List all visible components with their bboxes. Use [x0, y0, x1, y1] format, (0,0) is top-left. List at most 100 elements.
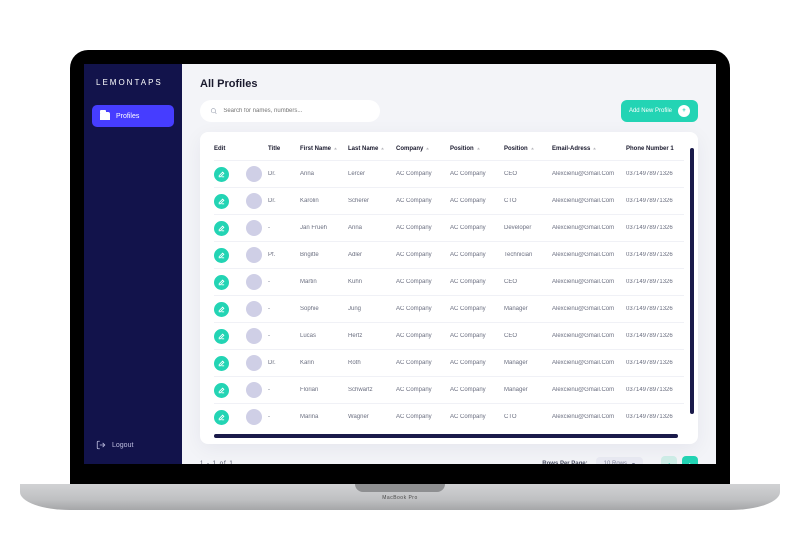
cell-first-name: Martin: [300, 279, 344, 285]
cell-email: Alexcienu@Gmail.Com: [552, 225, 622, 231]
cell-phone: 03714978971326: [626, 198, 684, 204]
pencil-icon: [218, 171, 225, 178]
column-position-b[interactable]: Position: [504, 146, 548, 152]
table-row[interactable]: - Marina Wagner AC Company AC Company CT…: [214, 403, 684, 430]
pencil-icon: [218, 414, 225, 421]
edit-row-button[interactable]: [214, 410, 229, 425]
cell-last-name: Hertz: [348, 333, 392, 339]
cell-title: -: [268, 225, 296, 231]
page-info: 1 - 1 of 1: [200, 461, 234, 464]
table-row[interactable]: - Lucas Hertz AC Company AC Company CEO …: [214, 322, 684, 349]
add-profile-label: Add New Profile: [629, 108, 672, 114]
avatar: [246, 220, 262, 236]
brand-logo: LEMONTAPS: [84, 64, 182, 105]
edit-row-button[interactable]: [214, 302, 229, 317]
laptop-base: MacBook Pro: [20, 484, 780, 510]
cell-first-name: Marina: [300, 414, 344, 420]
pencil-icon: [218, 279, 225, 286]
briefcase-icon: [100, 112, 110, 120]
cell-last-name: Jung: [348, 306, 392, 312]
avatar: [246, 247, 262, 263]
column-last-name[interactable]: Last Name: [348, 146, 392, 152]
table-row[interactable]: - Sophie Jung AC Company AC Company Mana…: [214, 295, 684, 322]
column-position-a[interactable]: Position: [450, 146, 500, 152]
column-title[interactable]: Title: [268, 146, 296, 152]
page-title: All Profiles: [200, 78, 698, 90]
cell-phone: 03714978971326: [626, 171, 684, 177]
search-input[interactable]: [200, 100, 380, 122]
cell-email: Alexcienu@Gmail.Com: [552, 279, 622, 285]
search-icon: [210, 107, 217, 115]
cell-email: Alexcienu@Gmail.Com: [552, 198, 622, 204]
plus-icon: +: [678, 105, 690, 117]
toolbar: Add New Profile +: [200, 100, 698, 122]
cell-company: AC Company: [396, 414, 446, 420]
avatar: [246, 193, 262, 209]
table-row[interactable]: Dr. Karin Roth AC Company AC Company Man…: [214, 349, 684, 376]
table-row[interactable]: Pf. Brigitte Adler AC Company AC Company…: [214, 241, 684, 268]
cell-company: AC Company: [396, 225, 446, 231]
cell-email: Alexcienu@Gmail.Com: [552, 306, 622, 312]
cell-position-b: Manager: [504, 360, 548, 366]
table-row[interactable]: - Jan Frueh Anna AC Company AC Company D…: [214, 214, 684, 241]
cell-last-name: Wagner: [348, 414, 392, 420]
sidebar: LEMONTAPS Profiles Logout: [84, 64, 182, 464]
sidebar-item-profiles[interactable]: Profiles: [92, 105, 174, 127]
cell-company: AC Company: [396, 306, 446, 312]
search-field[interactable]: [223, 108, 370, 114]
cell-title: -: [268, 306, 296, 312]
vertical-scrollbar[interactable]: [690, 148, 694, 414]
cell-company: AC Company: [396, 171, 446, 177]
horizontal-scrollbar[interactable]: [214, 434, 678, 438]
cell-position-a: AC Company: [450, 360, 500, 366]
avatar: [246, 166, 262, 182]
cell-phone: 03714978971326: [626, 414, 684, 420]
edit-row-button[interactable]: [214, 275, 229, 290]
cell-phone: 03714978971326: [626, 333, 684, 339]
cell-phone: 03714978971326: [626, 387, 684, 393]
prev-page-button[interactable]: ‹: [661, 456, 677, 464]
column-phone[interactable]: Phone Number 1: [626, 146, 684, 152]
column-first-name[interactable]: First Name: [300, 146, 344, 152]
cell-title: -: [268, 279, 296, 285]
table-footer: 1 - 1 of 1 Rows Per Page: 10 Rows ▾ ‹ ›: [200, 456, 698, 464]
avatar: [246, 409, 262, 425]
cell-company: AC Company: [396, 279, 446, 285]
edit-row-button[interactable]: [214, 167, 229, 182]
edit-row-button[interactable]: [214, 356, 229, 371]
cell-position-b: CEO: [504, 171, 548, 177]
cell-phone: 03714978971326: [626, 225, 684, 231]
table-row[interactable]: Dr. Anna Lercer AC Company AC Company CE…: [214, 160, 684, 187]
cell-position-b: Developer: [504, 225, 548, 231]
rows-per-page-select[interactable]: 10 Rows ▾: [596, 457, 643, 465]
cell-email: Alexcienu@Gmail.Com: [552, 414, 622, 420]
sort-icon: [476, 147, 481, 152]
avatar: [246, 328, 262, 344]
pencil-icon: [218, 333, 225, 340]
sort-icon: [425, 147, 430, 152]
cell-first-name: Lucas: [300, 333, 344, 339]
cell-email: Alexcienu@Gmail.Com: [552, 387, 622, 393]
sort-icon: [530, 147, 535, 152]
pencil-icon: [218, 252, 225, 259]
next-page-button[interactable]: ›: [682, 456, 698, 464]
edit-row-button[interactable]: [214, 383, 229, 398]
edit-row-button[interactable]: [214, 221, 229, 236]
cell-position-a: AC Company: [450, 279, 500, 285]
cell-title: -: [268, 414, 296, 420]
avatar: [246, 382, 262, 398]
table-row[interactable]: Dr. Karolin Scherer AC Company AC Compan…: [214, 187, 684, 214]
column-company[interactable]: Company: [396, 146, 446, 152]
cell-last-name: Schwartz: [348, 387, 392, 393]
cell-last-name: Anna: [348, 225, 392, 231]
cell-title: -: [268, 333, 296, 339]
cell-first-name: Brigitte: [300, 252, 344, 258]
edit-row-button[interactable]: [214, 194, 229, 209]
table-row[interactable]: - Florian Schwartz AC Company AC Company…: [214, 376, 684, 403]
logout-button[interactable]: Logout: [84, 426, 182, 464]
edit-row-button[interactable]: [214, 329, 229, 344]
add-profile-button[interactable]: Add New Profile +: [621, 100, 698, 122]
column-email[interactable]: Email-Adress: [552, 146, 622, 152]
edit-row-button[interactable]: [214, 248, 229, 263]
table-row[interactable]: - Martin Kuhn AC Company AC Company CEO …: [214, 268, 684, 295]
